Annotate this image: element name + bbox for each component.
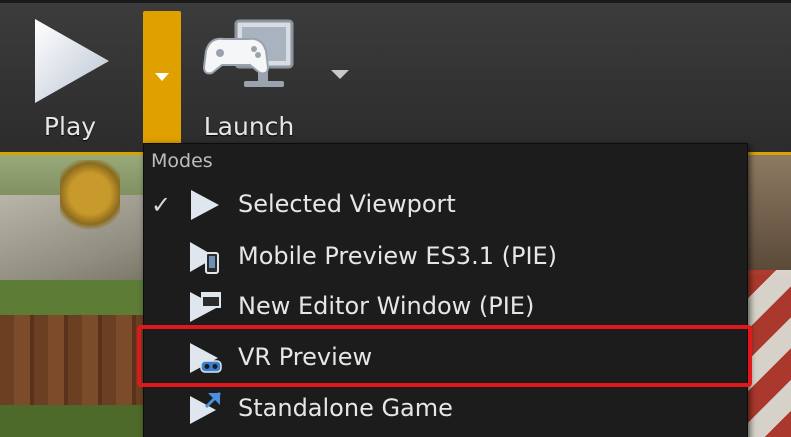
menu-item-standalone-game[interactable]: Standalone Game: [144, 384, 747, 434]
checkmark-icon: ✓: [151, 191, 172, 219]
play-button[interactable]: Play: [10, 7, 130, 147]
menu-item-label: Mobile Preview ES3.1 (PIE): [238, 242, 558, 270]
menu-item-label: New Editor Window (PIE): [238, 292, 535, 320]
viewport-scene-wall: [745, 155, 791, 275]
play-triangle-icon: [191, 190, 219, 220]
play-options-dropdown-button[interactable]: [143, 11, 181, 151]
chevron-down-icon: [155, 73, 169, 81]
viewport-scene-fence: [0, 315, 150, 410]
mobile-preview-icon: [190, 242, 219, 274]
menu-section-header: Modes: [151, 150, 213, 172]
viewport-scene-striped-barrier: [745, 270, 791, 437]
menu-item-mobile-preview[interactable]: Mobile Preview ES3.1 (PIE): [144, 232, 747, 282]
viewport-scene-grass: [0, 280, 150, 320]
vr-headset-icon: [190, 343, 222, 373]
play-icon: [35, 19, 109, 103]
launch-options-chevron-down-icon[interactable]: [331, 70, 349, 80]
launch-label: Launch: [203, 112, 295, 141]
menu-item-vr-preview[interactable]: VR Preview: [144, 333, 747, 383]
launch-button[interactable]: Launch: [188, 7, 310, 147]
toolbar: Play Launch: [0, 0, 791, 152]
standalone-game-icon: [190, 391, 222, 424]
launch-monitor-gamepad-icon: [202, 19, 294, 87]
menu-item-selected-viewport[interactable]: ✓ Selected Viewport: [144, 180, 747, 230]
menu-item-label: VR Preview: [238, 343, 373, 371]
play-modes-menu: Modes ✓ Selected Viewport Mobile Preview…: [143, 143, 748, 437]
viewport-scene-ground: [0, 405, 150, 437]
menu-item-label: Standalone Game: [238, 394, 453, 422]
menu-item-new-editor-window[interactable]: New Editor Window (PIE): [144, 282, 747, 332]
menu-item-label: Selected Viewport: [238, 190, 456, 218]
new-window-icon: [190, 292, 221, 322]
viewport-scene-tree: [60, 160, 120, 235]
play-label: Play: [43, 112, 97, 141]
